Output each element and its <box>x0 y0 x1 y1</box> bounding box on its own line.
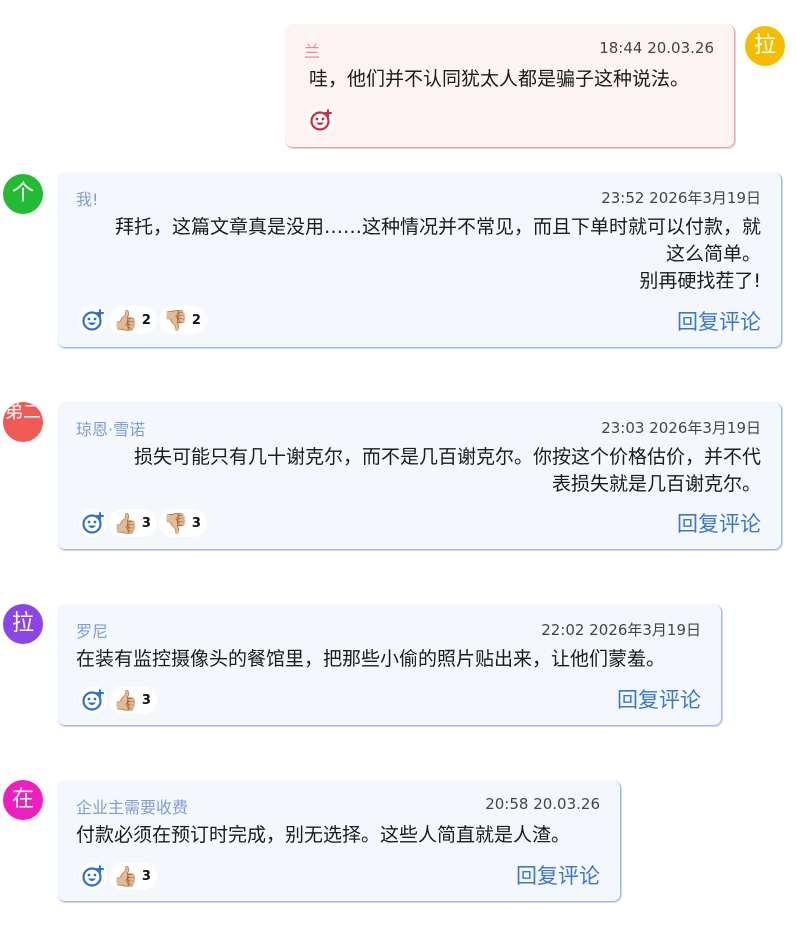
reactions-bar: 👍🏼 2 👎🏼 2 <box>79 306 207 334</box>
like-count: 2 <box>141 312 151 328</box>
like-count: 3 <box>141 515 151 531</box>
comment-timestamp: 18:44 20.03.26 <box>599 39 714 57</box>
dislike-count: 3 <box>191 515 201 531</box>
reply-button[interactable]: 回复评论 <box>516 860 600 890</box>
comment-text: 拜托，这篇文章真是没用……这种情况并不常见，而且下单时就可以付款，就 这么简单。… <box>114 216 761 292</box>
add-reaction-icon <box>82 689 104 711</box>
like-count: 3 <box>141 868 151 884</box>
comment-text: 在装有监控摄像头的餐馆里，把那些小偷的照片贴出来，让他们蒙羞。 <box>76 648 666 670</box>
comment-author[interactable]: 罗尼 <box>76 618 108 642</box>
avatar: 个 <box>3 174 43 214</box>
avatar: 弟二 <box>3 402 43 442</box>
thumbs-up-icon: 👍🏼 <box>113 511 138 535</box>
like-count: 3 <box>141 692 151 708</box>
add-reaction-button[interactable] <box>307 106 335 134</box>
avatar: 在 <box>3 780 43 820</box>
comment-author[interactable]: 琼恩·雪诺 <box>76 416 145 440</box>
comment-timestamp: 23:52 2026年3月19日 <box>601 189 761 207</box>
comment-author[interactable]: 我! <box>76 186 98 210</box>
like-reaction[interactable]: 👍🏼 3 <box>109 862 157 890</box>
reactions-bar: 👍🏼 3 <box>79 686 157 714</box>
like-reaction[interactable]: 👍🏼 3 <box>109 509 157 537</box>
dislike-count: 2 <box>191 312 201 328</box>
like-reaction[interactable]: 👍🏼 3 <box>109 686 157 714</box>
comment-text: 哇，他们并不认同犹太人都是骗子这种说法。 <box>309 68 690 90</box>
add-reaction-icon <box>82 865 104 887</box>
add-reaction-icon <box>82 309 104 331</box>
comment-card: 罗尼 22:02 2026年3月19日 在装有监控摄像头的餐馆里，把那些小偷的照… <box>57 604 722 726</box>
comment-timestamp: 22:02 2026年3月19日 <box>541 621 701 639</box>
like-reaction[interactable]: 👍🏼 2 <box>109 306 157 334</box>
comment-card: 我! 23:52 2026年3月19日 拜托，这篇文章真是没用……这种情况并不常… <box>57 172 782 348</box>
comment-timestamp: 20:58 20.03.26 <box>485 795 600 813</box>
thumbs-down-icon: 👎🏼 <box>162 511 188 535</box>
add-reaction-button[interactable] <box>79 686 107 714</box>
reply-button[interactable]: 回复评论 <box>677 508 761 538</box>
comment-card: 兰 18:44 20.03.26 哇，他们并不认同犹太人都是骗子这种说法。 <box>285 24 735 148</box>
add-reaction-button[interactable] <box>79 509 107 537</box>
avatar: 拉 <box>3 604 43 644</box>
comment-timestamp: 23:03 2026年3月19日 <box>601 419 761 437</box>
thumbs-up-icon: 👍🏼 <box>113 864 138 888</box>
reply-button[interactable]: 回复评论 <box>677 306 761 336</box>
thumbs-up-icon: 👍🏼 <box>113 688 138 712</box>
comment-card: 琼恩·雪诺 23:03 2026年3月19日 损失可能只有几十谢克尔，而不是几百… <box>57 402 782 550</box>
reactions-bar: 👍🏼 3 <box>79 862 157 890</box>
comment-text: 损失可能只有几十谢克尔，而不是几百谢克尔。你按这个价格估价，并不代 表损失就是几… <box>133 446 761 495</box>
comment-author[interactable]: 兰 <box>304 38 320 62</box>
thumbs-up-icon: 👍🏼 <box>113 308 138 332</box>
comment-author[interactable]: 企业主需要收费 <box>76 794 188 818</box>
add-reaction-icon <box>310 109 332 131</box>
dislike-reaction[interactable]: 👎🏼 3 <box>158 509 207 537</box>
comment-card: 企业主需要收费 20:58 20.03.26 付款必须在预订时完成，别无选择。这… <box>57 780 621 902</box>
reactions-bar <box>307 106 335 134</box>
add-reaction-icon <box>82 512 104 534</box>
avatar: 拉 <box>745 26 785 66</box>
thumbs-down-icon: 👎🏼 <box>162 308 188 332</box>
add-reaction-button[interactable] <box>79 306 107 334</box>
comment-text: 付款必须在预订时完成，别无选择。这些人简直就是人渣。 <box>76 824 571 846</box>
add-reaction-button[interactable] <box>79 862 107 890</box>
reactions-bar: 👍🏼 3 👎🏼 3 <box>79 509 207 537</box>
dislike-reaction[interactable]: 👎🏼 2 <box>158 306 207 334</box>
reply-button[interactable]: 回复评论 <box>617 684 701 714</box>
